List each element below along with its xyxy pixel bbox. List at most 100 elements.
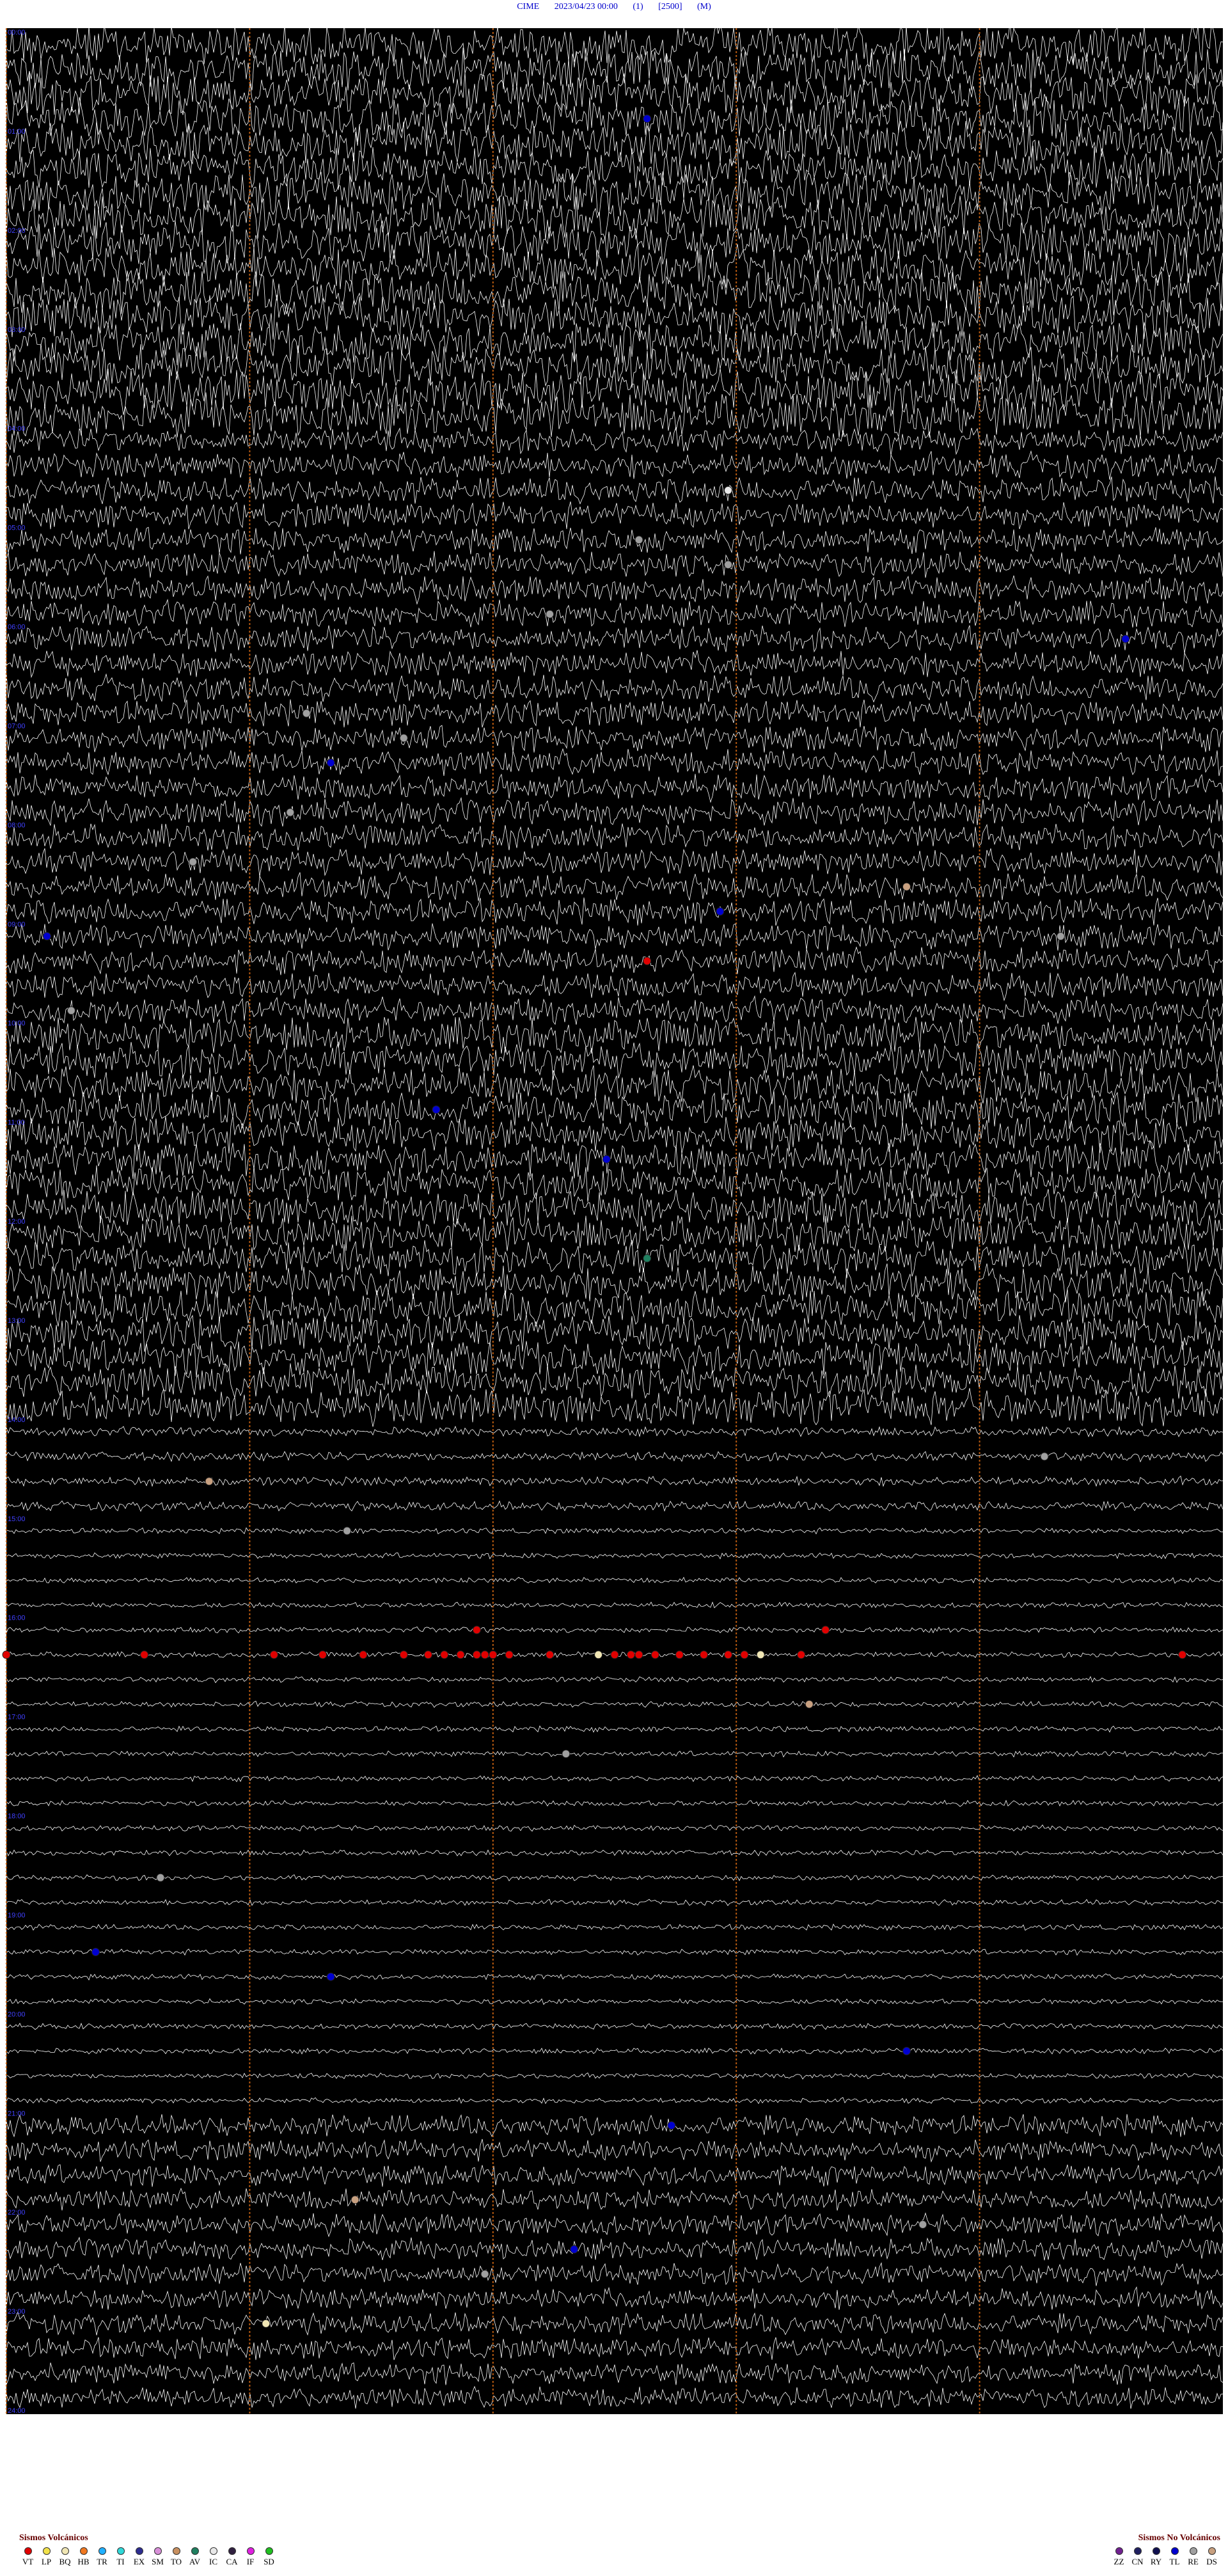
event-marker-bq bbox=[594, 1650, 603, 1659]
event-marker-re bbox=[546, 610, 555, 619]
hour-label: 02:00 bbox=[8, 227, 26, 235]
event-marker-vt bbox=[489, 1650, 498, 1659]
legend-item-tl: TL bbox=[1166, 2547, 1183, 2567]
legend-item-zz: ZZ bbox=[1110, 2547, 1128, 2567]
event-marker-av bbox=[643, 1254, 652, 1263]
legend-label: TO bbox=[170, 2557, 182, 2566]
event-marker-re bbox=[634, 535, 643, 544]
event-marker-tl bbox=[42, 932, 51, 941]
event-marker-vt bbox=[643, 956, 652, 965]
hour-label: 14:00 bbox=[8, 1416, 26, 1424]
legend-swatch bbox=[1189, 2547, 1197, 2555]
legend-label: AV bbox=[189, 2557, 201, 2566]
legend-item-vt: VT bbox=[19, 2547, 36, 2567]
legend-item-if: IF bbox=[242, 2547, 259, 2567]
legend-volcanic-items: VT LP BQ HB TR TI EX SM TO AV IC CA IF SD bbox=[19, 2547, 278, 2567]
event-marker-re bbox=[399, 734, 408, 743]
legend-item-cn: CN bbox=[1129, 2547, 1146, 2567]
event-marker-re bbox=[1040, 1452, 1049, 1461]
hour-label: 04:00 bbox=[8, 425, 26, 433]
event-marker-vt bbox=[1178, 1650, 1187, 1659]
event-marker-re bbox=[724, 560, 732, 569]
legend-swatch bbox=[154, 2547, 162, 2555]
legend-item-hb: HB bbox=[75, 2547, 92, 2567]
legend-swatch bbox=[116, 2547, 125, 2555]
event-marker-tl bbox=[716, 907, 725, 916]
legend-swatch bbox=[1170, 2547, 1179, 2555]
event-marker-re bbox=[286, 808, 295, 817]
event-marker-tl bbox=[602, 1155, 611, 1164]
hour-label: 06:00 bbox=[8, 624, 26, 631]
event-marker-re bbox=[562, 1750, 571, 1758]
legend-swatch bbox=[228, 2547, 236, 2555]
event-marker-tl bbox=[570, 2245, 579, 2254]
legend-swatch bbox=[1208, 2547, 1216, 2555]
legend-label: RE bbox=[1188, 2557, 1199, 2566]
event-marker-vt bbox=[440, 1650, 449, 1659]
legend-swatch bbox=[1152, 2547, 1160, 2555]
event-marker-re bbox=[67, 1006, 75, 1015]
event-marker-vt bbox=[359, 1650, 368, 1659]
legend-item-av: AV bbox=[186, 2547, 203, 2567]
hour-label: 20:00 bbox=[8, 2011, 26, 2018]
legend-swatch bbox=[265, 2547, 273, 2555]
legend-label: EX bbox=[133, 2557, 145, 2566]
event-marker-vt bbox=[399, 1650, 408, 1659]
legend-volcanic: Sismos Volcánicos VT LP BQ HB TR TI EX SM TO AV IC… bbox=[19, 2533, 278, 2567]
hour-label: 19:00 bbox=[8, 1911, 26, 1919]
hour-label: 18:00 bbox=[8, 1813, 26, 1821]
legend-swatch bbox=[79, 2547, 88, 2555]
hour-label: 15:00 bbox=[8, 1515, 26, 1523]
hour-label: 22:00 bbox=[8, 2209, 26, 2216]
legend-label: TI bbox=[116, 2557, 125, 2566]
event-marker-tl bbox=[667, 2121, 676, 2130]
hour-label: 05:00 bbox=[8, 525, 26, 532]
legend-swatch bbox=[61, 2547, 69, 2555]
event-marker-tl bbox=[326, 759, 335, 767]
legend-swatch bbox=[246, 2547, 255, 2555]
event-marker-tl bbox=[902, 2046, 911, 2055]
legend-nonvolcanic-title: Sismos No Volcánicos bbox=[1138, 2533, 1220, 2543]
event-marker-vt bbox=[610, 1650, 619, 1659]
event-marker-vt bbox=[472, 1650, 481, 1659]
legend-label: VT bbox=[22, 2557, 34, 2566]
legend-label: RY bbox=[1150, 2557, 1162, 2566]
legend-label: TL bbox=[1169, 2557, 1180, 2566]
legend-item-ex: EX bbox=[130, 2547, 148, 2567]
event-marker-vt bbox=[740, 1650, 749, 1659]
legend-swatch bbox=[209, 2547, 217, 2555]
legend-item-ti: TI bbox=[112, 2547, 129, 2567]
event-marker-vt bbox=[675, 1650, 684, 1659]
event-marker-vt bbox=[546, 1650, 555, 1659]
event-marker-tl bbox=[643, 115, 652, 123]
event-marker-bq bbox=[262, 2319, 271, 2328]
legend-label: CN bbox=[1131, 2557, 1144, 2566]
event-marker-vt bbox=[724, 1650, 732, 1659]
event-marker-vt bbox=[456, 1650, 465, 1659]
legend-nonvolcanic: Sismos No Volcánicos ZZ CN RY TL RE DS bbox=[1110, 2533, 1220, 2567]
legend-label: ZZ bbox=[1114, 2557, 1124, 2566]
event-marker-vt bbox=[505, 1650, 514, 1659]
legend-item-sd: SD bbox=[260, 2547, 278, 2567]
legend-label: IC bbox=[209, 2557, 217, 2566]
event-marker-vt bbox=[821, 1625, 830, 1634]
event-marker-re bbox=[343, 1526, 352, 1535]
legend-swatch bbox=[191, 2547, 199, 2555]
legend-item-ic: IC bbox=[205, 2547, 222, 2567]
event-marker-tl bbox=[432, 1105, 441, 1114]
legend-label: SM bbox=[152, 2557, 164, 2566]
event-marker-re bbox=[918, 2220, 927, 2229]
event-marker-vt bbox=[472, 1625, 481, 1634]
event-marker-re bbox=[480, 2270, 489, 2279]
event-marker-re bbox=[302, 709, 311, 718]
event-marker-tl bbox=[91, 1948, 100, 1956]
legend-swatch bbox=[98, 2547, 106, 2555]
event-marker-tl bbox=[326, 1972, 335, 1981]
legend-swatch bbox=[42, 2547, 51, 2555]
event-marker-vt bbox=[269, 1650, 278, 1659]
event-marker-re bbox=[156, 1873, 165, 1882]
hour-label: 24:00 bbox=[8, 2407, 26, 2415]
legend-label: CA bbox=[226, 2557, 238, 2566]
legend-swatch bbox=[1115, 2547, 1123, 2555]
event-marker-vt bbox=[319, 1650, 327, 1659]
